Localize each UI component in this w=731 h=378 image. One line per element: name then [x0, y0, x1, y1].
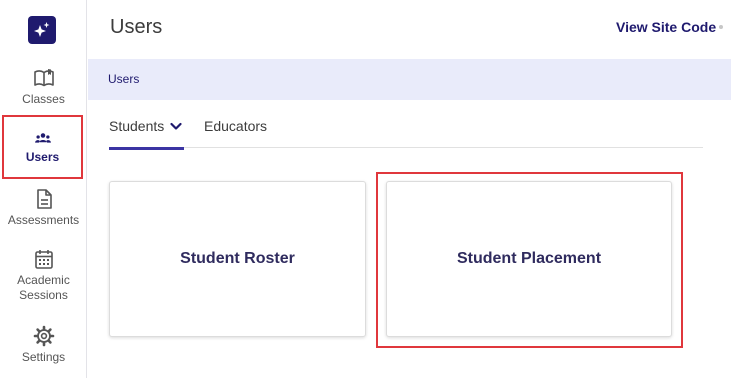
status-dot [719, 25, 723, 29]
sparkle-logo-icon[interactable] [28, 16, 56, 44]
sidebar-item-classes[interactable]: Classes [0, 66, 87, 107]
sidebar-item-label: Users [25, 150, 60, 164]
card-title: Student Roster [180, 250, 295, 267]
book-icon [33, 69, 54, 87]
student-roster-card[interactable]: Student Roster [109, 181, 366, 337]
app-window: Classes Users Assessments Academic Sessi… [0, 0, 731, 378]
tab-educators[interactable]: Educators [204, 117, 267, 135]
users-icon [34, 133, 51, 143]
chevron-down-icon [170, 122, 182, 130]
sidebar-item-settings[interactable]: Settings [0, 324, 87, 365]
active-tab-indicator [109, 147, 184, 150]
tabs-divider [109, 147, 703, 148]
tab-label: Students [109, 118, 165, 134]
sidebar-item-label: Settings [21, 350, 66, 364]
document-icon [36, 189, 52, 209]
calendar-icon [34, 250, 53, 269]
sidebar-item-label: Assessments [7, 213, 80, 227]
tab-students[interactable]: Students [109, 117, 183, 135]
sidebar-item-academic-sessions[interactable]: Academic Sessions [0, 247, 87, 303]
sidebar-item-label: Classes [22, 92, 65, 106]
breadcrumb[interactable]: Users [108, 72, 139, 87]
view-site-code-link[interactable]: View Site Code [616, 18, 716, 36]
sidebar-item-assessments[interactable]: Assessments [0, 187, 87, 228]
highlight-box [376, 172, 683, 348]
tab-label: Educators [204, 118, 268, 134]
breadcrumb-bar: Users [88, 59, 731, 100]
sidebar: Classes Users Assessments Academic Sessi… [0, 0, 87, 378]
gear-icon [33, 325, 54, 347]
page-title: Users [110, 16, 163, 38]
sidebar-item-label: Academic Sessions [17, 273, 70, 302]
sidebar-item-users[interactable]: Users [2, 115, 83, 179]
